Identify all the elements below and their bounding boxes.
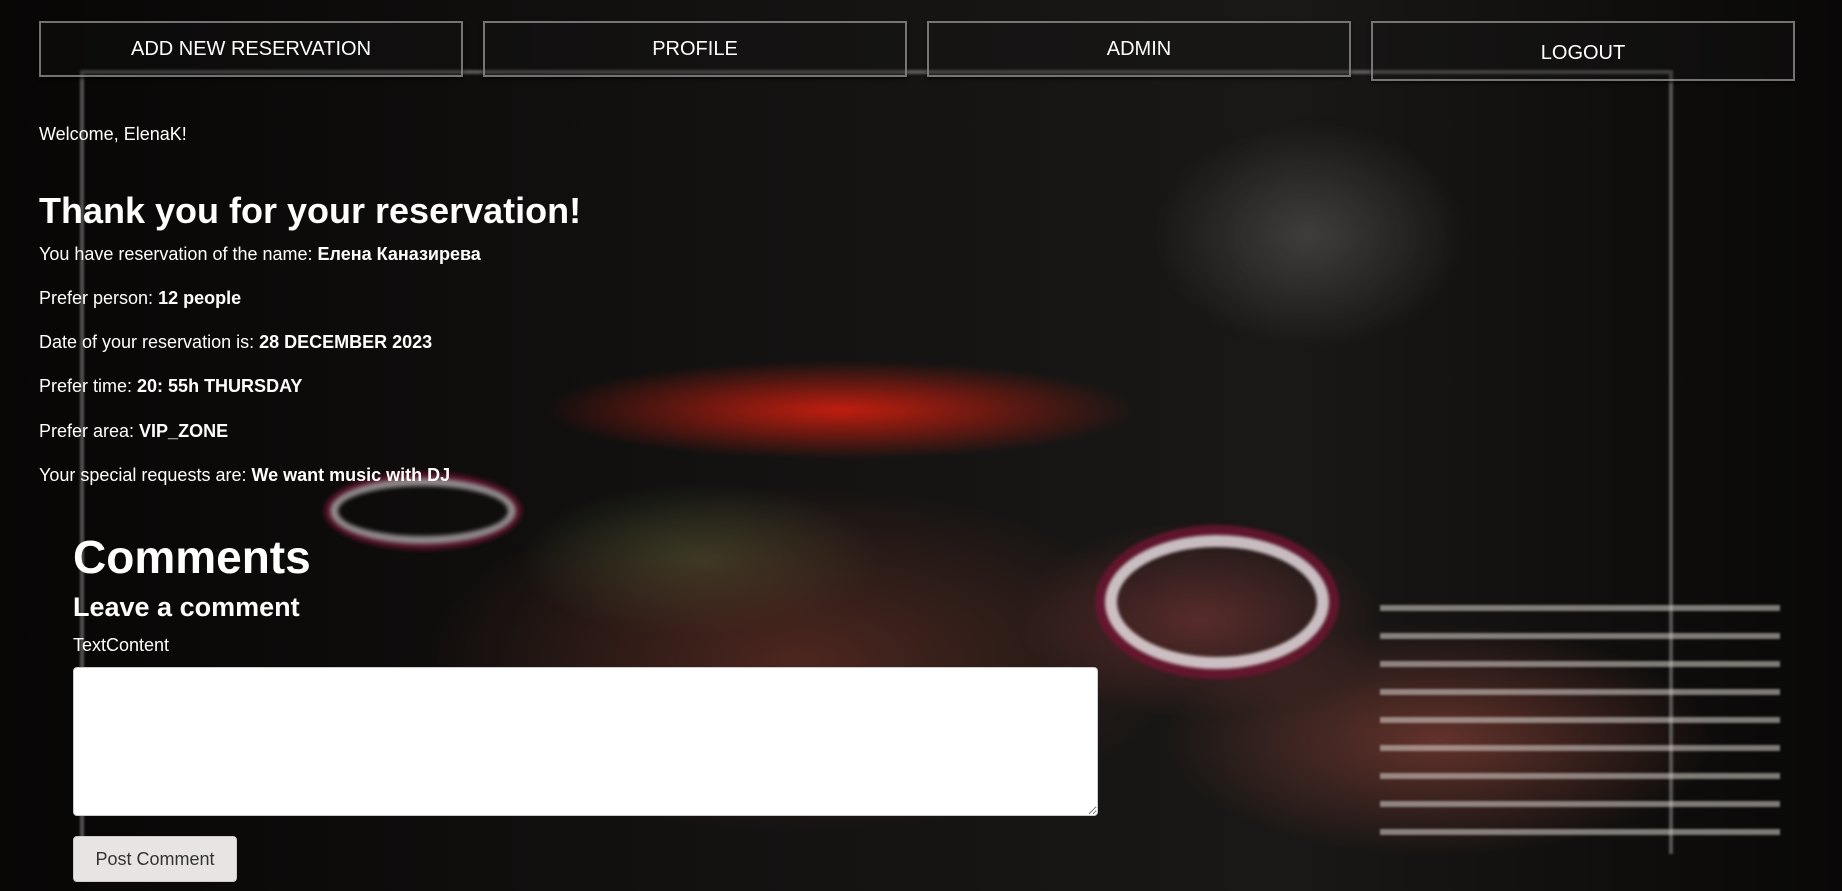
welcome-message: Welcome, ElenaK! xyxy=(39,124,187,144)
reservation-date: Date of your reservation is: 28 DECEMBER… xyxy=(39,332,432,353)
reservation-area: Prefer area: VIP_ZONE xyxy=(39,421,228,442)
reservation-time: Prefer time: 20: 55h THURSDAY xyxy=(39,376,302,397)
reservation-name-value: Елена Каназирева xyxy=(317,244,481,264)
comment-textarea[interactable] xyxy=(73,667,1098,816)
post-comment-button[interactable]: Post Comment xyxy=(73,836,237,882)
reservation-requests-value: We want music with DJ xyxy=(251,465,451,485)
nav-profile[interactable]: PROFILE xyxy=(483,21,907,77)
reservation-name: You have reservation of the name: Елена … xyxy=(39,244,481,265)
reservation-time-label: Prefer time: xyxy=(39,376,138,396)
reservation-date-value: 28 DECEMBER 2023 xyxy=(259,332,433,352)
nav-admin[interactable]: ADMIN xyxy=(927,21,1351,77)
grill-bars xyxy=(1380,605,1780,891)
leave-comment-heading: Leave a comment xyxy=(73,592,300,622)
reservation-area-value: VIP_ZONE xyxy=(139,421,229,441)
reservation-requests-label: Your special requests are: xyxy=(39,465,252,485)
reservation-name-label: You have reservation of the name: xyxy=(39,244,318,264)
nav-add-reservation[interactable]: ADD NEW RESERVATION xyxy=(39,21,463,77)
smoke xyxy=(1150,120,1470,350)
reservation-requests: Your special requests are: We want music… xyxy=(39,465,450,486)
comments-heading: Comments xyxy=(73,531,311,583)
reservation-area-label: Prefer area: xyxy=(39,421,140,441)
reservation-persons-value: 12 people xyxy=(158,288,242,308)
text-content-label: TextContent xyxy=(73,635,170,655)
reservation-persons: Prefer person: 12 people xyxy=(39,288,241,309)
onion-ring-right xyxy=(1105,535,1329,669)
reservation-persons-label: Prefer person: xyxy=(39,288,159,308)
nav-logout[interactable]: LOGOUT xyxy=(1371,21,1795,81)
reservation-date-label: Date of your reservation is: xyxy=(39,332,260,352)
reservation-time-value: 20: 55h THURSDAY xyxy=(137,376,303,396)
top-nav: ADD NEW RESERVATION PROFILE ADMIN LOGOUT xyxy=(39,21,1795,81)
onion-ring-left xyxy=(330,478,516,544)
page-title: Thank you for your reservation! xyxy=(39,190,582,231)
